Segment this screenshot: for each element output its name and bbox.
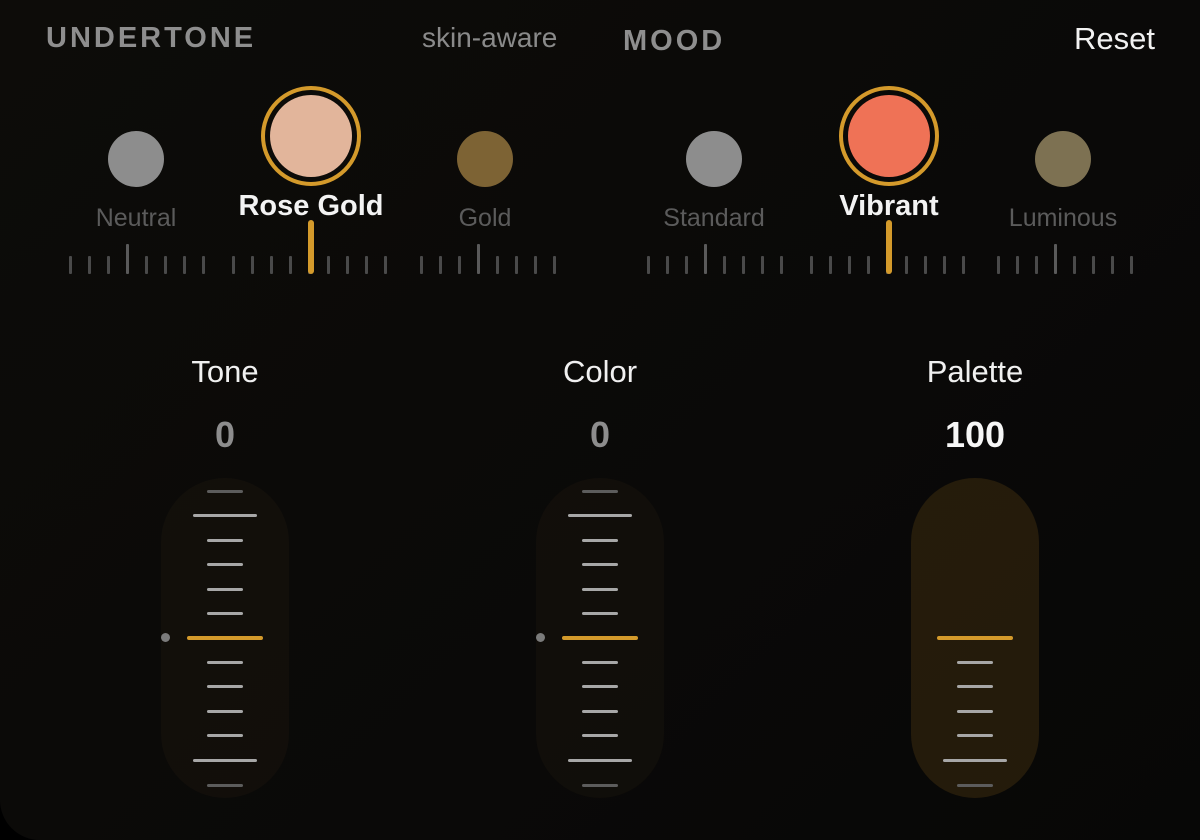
ruler-tick [552, 256, 556, 274]
slider-scale-line [193, 514, 257, 517]
slider-scale-line [957, 784, 993, 787]
slider-scale-line [207, 539, 243, 542]
ruler-tick [904, 256, 908, 274]
ruler-tick [457, 256, 461, 274]
ruler-tick [364, 256, 368, 274]
ruler-tick [684, 256, 688, 274]
ruler-tick [68, 256, 72, 274]
ruler-tick [923, 256, 927, 274]
slider-thumb-line [937, 636, 1013, 640]
ruler-tick [144, 256, 148, 274]
ruler-tick [741, 256, 745, 274]
ruler-selection-indicator [308, 220, 314, 274]
slider-scale-line [582, 490, 618, 493]
slider-scale-line [193, 759, 257, 762]
slider-origin-dot [536, 633, 545, 642]
slider-thumb-line [187, 636, 263, 640]
slider-scale-line [207, 784, 243, 787]
ruler-tick [438, 256, 442, 274]
ruler-tick [345, 256, 349, 274]
tone-slider-track[interactable] [161, 478, 289, 798]
ruler-tick [326, 256, 330, 274]
slider-scale-line [207, 588, 243, 591]
ruler-tick [996, 256, 1000, 274]
ruler-tick [847, 256, 851, 274]
ruler-tick [269, 256, 273, 274]
slider-scale-line [568, 759, 632, 762]
tone-slider-value: 0 [214, 414, 236, 455]
ruler-tick [779, 256, 783, 274]
slider-scale-line [582, 734, 618, 737]
palette-slider-track[interactable] [911, 478, 1039, 798]
ruler-tick [182, 256, 186, 274]
slider-scale-line [207, 710, 243, 713]
ruler-tick [646, 256, 650, 274]
ruler-tick [383, 256, 387, 274]
ruler-tick [961, 256, 965, 274]
ruler-tick [1091, 256, 1095, 274]
slider-scale-line [957, 710, 993, 713]
ruler-tick [866, 256, 870, 274]
slider-scale-line [943, 759, 1007, 762]
ruler-tick [419, 256, 423, 274]
slider-scale-line [207, 563, 243, 566]
slider-scale-line [582, 710, 618, 713]
ruler-tick [125, 244, 129, 274]
ruler-tick [87, 256, 91, 274]
tone-slider-title: Tone [191, 354, 259, 389]
ruler-tick [533, 256, 537, 274]
slider-scale-line [207, 685, 243, 688]
slider-scale-line [582, 563, 618, 566]
ruler-tick [828, 256, 832, 274]
ruler-tick [1015, 256, 1019, 274]
ruler-tick [231, 256, 235, 274]
palette-slider-title: Palette [926, 354, 1024, 389]
ruler-tick [1072, 256, 1076, 274]
ruler-tick [1129, 256, 1133, 274]
ruler-tick [514, 256, 518, 274]
ruler-tick [1053, 244, 1057, 274]
ruler-tick [809, 256, 813, 274]
slider-scale-line [582, 539, 618, 542]
ruler-tick [163, 256, 167, 274]
ruler-tick [288, 256, 292, 274]
ruler-tick [942, 256, 946, 274]
ruler-tick [476, 244, 480, 274]
slider-scale-line [568, 514, 632, 517]
slider-scale-line [582, 784, 618, 787]
ruler-tick [495, 256, 499, 274]
slider-scale-line [207, 490, 243, 493]
slider-scale-line [207, 612, 243, 615]
color-slider-title: Color [562, 354, 638, 389]
ruler-tick [106, 256, 110, 274]
ruler-tick [665, 256, 669, 274]
style-adjust-panel: UNDERTONE skin-aware MOOD Reset Neutral … [0, 0, 1200, 840]
ruler-tick [250, 256, 254, 274]
slider-thumb-line [562, 636, 638, 640]
slider-scale-line [582, 661, 618, 664]
color-slider-value: 0 [589, 414, 611, 455]
ruler-tick [703, 244, 707, 274]
slider-scale-line [582, 588, 618, 591]
ruler-selection-indicator [886, 220, 892, 274]
palette-slider-value: 100 [944, 414, 1006, 455]
color-slider-track[interactable] [536, 478, 664, 798]
slider-scale-line [207, 661, 243, 664]
ruler-tick [201, 256, 205, 274]
ruler-tick [760, 256, 764, 274]
slider-scale-line [957, 661, 993, 664]
slider-scale-line [957, 734, 993, 737]
slider-scale-line [582, 685, 618, 688]
slider-scale-line [957, 685, 993, 688]
ruler-tick [1034, 256, 1038, 274]
slider-scale-line [582, 612, 618, 615]
option-ruler[interactable] [0, 0, 1200, 300]
ruler-tick [722, 256, 726, 274]
ruler-tick [1110, 256, 1114, 274]
slider-origin-dot [161, 633, 170, 642]
slider-scale-line [207, 734, 243, 737]
